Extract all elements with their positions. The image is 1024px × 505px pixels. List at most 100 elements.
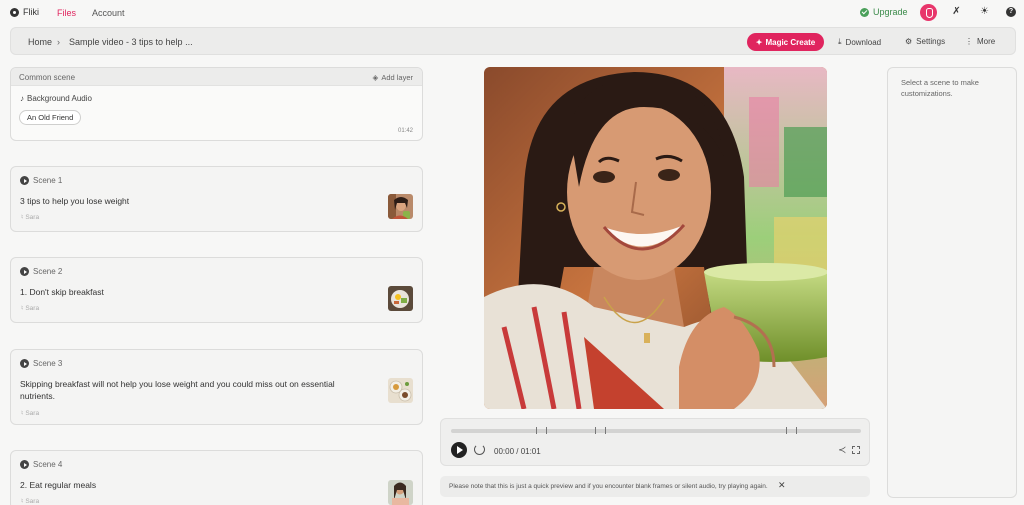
settings-label: Settings xyxy=(916,37,946,46)
play-circle-icon[interactable] xyxy=(20,359,29,368)
scene-marker[interactable] xyxy=(786,427,787,434)
video-player-controls: 00:00 / 01:01 ≺ xyxy=(440,418,870,466)
magic-create-button[interactable]: ✦ Magic Create xyxy=(747,33,824,51)
preview-notice: Please note that this is just a quick pr… xyxy=(440,476,870,497)
scene-label: Scene 3 xyxy=(33,359,63,368)
playback-time: 00:00 / 01:01 xyxy=(494,447,541,456)
gear-icon: ⚙ xyxy=(905,37,913,46)
brand-label: Fliki xyxy=(23,7,39,17)
more-vertical-icon: ⋮ xyxy=(965,37,973,46)
fullscreen-icon[interactable] xyxy=(852,446,860,454)
help-icon[interactable]: ? xyxy=(1006,7,1016,17)
voice-label: Sara xyxy=(25,304,40,312)
more-label: More xyxy=(977,37,996,46)
song-chip[interactable]: An Old Friend xyxy=(19,110,82,125)
breadcrumb: Home › Sample video - 3 tips to help ...… xyxy=(10,27,1016,55)
breadcrumb-home[interactable]: Home xyxy=(28,37,52,47)
breadcrumb-title[interactable]: Sample video - 3 tips to help ... xyxy=(69,37,193,47)
scene-text[interactable]: 3 tips to help you lose weight xyxy=(20,195,370,207)
scene-card-2[interactable]: Scene 2 1. Don't skip breakfast ♮ Sara xyxy=(10,257,423,323)
add-layer-button[interactable]: ◈ Add layer xyxy=(373,73,413,82)
audio-duration: 01:42 xyxy=(397,128,413,134)
check-circle-icon xyxy=(860,7,869,17)
upgrade-button[interactable]: Upgrade xyxy=(860,7,908,17)
video-preview[interactable] xyxy=(484,67,827,409)
scene-marker[interactable] xyxy=(605,427,606,434)
play-circle-icon[interactable] xyxy=(20,176,29,185)
scene-card-4[interactable]: Scene 4 2. Eat regular meals ♮ Sara xyxy=(10,450,423,505)
avatar[interactable] xyxy=(920,4,937,21)
voice-label: Sara xyxy=(25,213,40,221)
scene-voice: ♮ Sara xyxy=(21,497,39,505)
chevron-right-icon: › xyxy=(57,37,60,47)
scene-thumbnail[interactable] xyxy=(388,480,413,505)
scene-label: Scene 1 xyxy=(33,176,63,185)
scene-header: Scene 4 xyxy=(20,460,62,469)
download-label: Download xyxy=(845,37,882,47)
layers-icon: ◈ xyxy=(372,73,379,82)
music-note-icon: ♪ xyxy=(20,94,24,103)
scene-text[interactable]: 1. Don't skip breakfast xyxy=(20,286,370,298)
scene-marker[interactable] xyxy=(595,427,596,434)
upgrade-label: Upgrade xyxy=(873,7,908,17)
replay-icon[interactable] xyxy=(474,444,485,455)
fliki-logo-icon xyxy=(10,7,19,17)
play-circle-icon[interactable] xyxy=(20,460,29,469)
scene-voice: ♮ Sara xyxy=(21,409,40,418)
scene-marker[interactable] xyxy=(796,427,797,434)
notice-text: Please note that this is just a quick pr… xyxy=(449,483,768,490)
customization-panel: Select a scene to make customizations. xyxy=(887,67,1017,498)
close-icon[interactable]: ✕ xyxy=(778,480,786,491)
common-scene-label: Common scene xyxy=(19,73,76,82)
scene-card-1[interactable]: Scene 1 3 tips to help you lose weight ♮… xyxy=(10,166,423,232)
scene-marker[interactable] xyxy=(546,427,547,434)
magic-create-label: Magic Create xyxy=(765,37,816,47)
voice-label: Sara xyxy=(25,409,40,417)
breakfast-thumbnail-image xyxy=(388,286,413,311)
download-button[interactable]: ⤓ Download xyxy=(838,37,881,47)
background-audio-label: Background Audio xyxy=(27,94,92,103)
timeline-track[interactable] xyxy=(451,427,861,434)
customization-hint: Select a scene to make customizations. xyxy=(901,78,979,98)
woman-eating-thumbnail-image xyxy=(388,480,413,505)
sparkle-icon: ✦ xyxy=(755,37,763,47)
scene-thumbnail[interactable] xyxy=(388,194,413,219)
voice-label: Sara xyxy=(25,497,40,505)
scene-text[interactable]: 2. Eat regular meals xyxy=(20,479,370,491)
add-layer-label: Add layer xyxy=(381,73,413,82)
nav-account[interactable]: Account xyxy=(92,8,125,18)
common-scene-header: Common scene ◈ Add layer xyxy=(11,68,422,86)
scene-label: Scene 4 xyxy=(33,460,63,469)
sun-icon[interactable]: ☀ xyxy=(979,6,990,17)
settings-button[interactable]: ⚙ Settings xyxy=(905,37,945,46)
scene-label: Scene 2 xyxy=(33,267,63,276)
microphone-icon: ♮ xyxy=(21,305,24,312)
scene-header: Scene 3 xyxy=(20,359,62,368)
scene-thumbnail[interactable] xyxy=(388,378,413,403)
microphone-icon: ♮ xyxy=(21,498,24,505)
microphone-icon: ♮ xyxy=(21,214,24,221)
play-button[interactable] xyxy=(451,442,467,458)
food-bowls-thumbnail-image xyxy=(388,378,413,403)
common-scene-card[interactable]: Common scene ◈ Add layer ♪ Background Au… xyxy=(10,67,423,141)
scene-thumbnail[interactable] xyxy=(388,286,413,311)
nav-files[interactable]: Files xyxy=(57,8,76,18)
scene-header: Scene 2 xyxy=(20,267,62,276)
scene-text[interactable]: Skipping breakfast will not help you los… xyxy=(20,378,370,402)
download-icon: ⤓ xyxy=(838,37,842,46)
scene-voice: ♮ Sara xyxy=(21,213,40,222)
scene-card-3[interactable]: Scene 3 Skipping breakfast will not help… xyxy=(10,349,423,425)
play-circle-icon[interactable] xyxy=(20,267,29,276)
share-icon[interactable]: ≺ xyxy=(838,445,846,456)
microphone-icon: ♮ xyxy=(21,410,24,417)
background-audio-row: ♪ Background Audio xyxy=(20,94,92,103)
top-nav: Fliki Files Account Upgrade ✗ ☀ ? xyxy=(0,0,1024,26)
more-button[interactable]: ⋮ More xyxy=(965,37,995,46)
scene-voice: ♮ Sara xyxy=(21,304,40,313)
brand-link[interactable]: Fliki xyxy=(10,7,39,17)
tools-icon[interactable]: ✗ xyxy=(951,6,962,17)
woman-thumbnail-image xyxy=(388,194,413,219)
scene-marker[interactable] xyxy=(536,427,537,434)
video-frame-image xyxy=(484,67,827,409)
scene-header: Scene 1 xyxy=(20,176,62,185)
